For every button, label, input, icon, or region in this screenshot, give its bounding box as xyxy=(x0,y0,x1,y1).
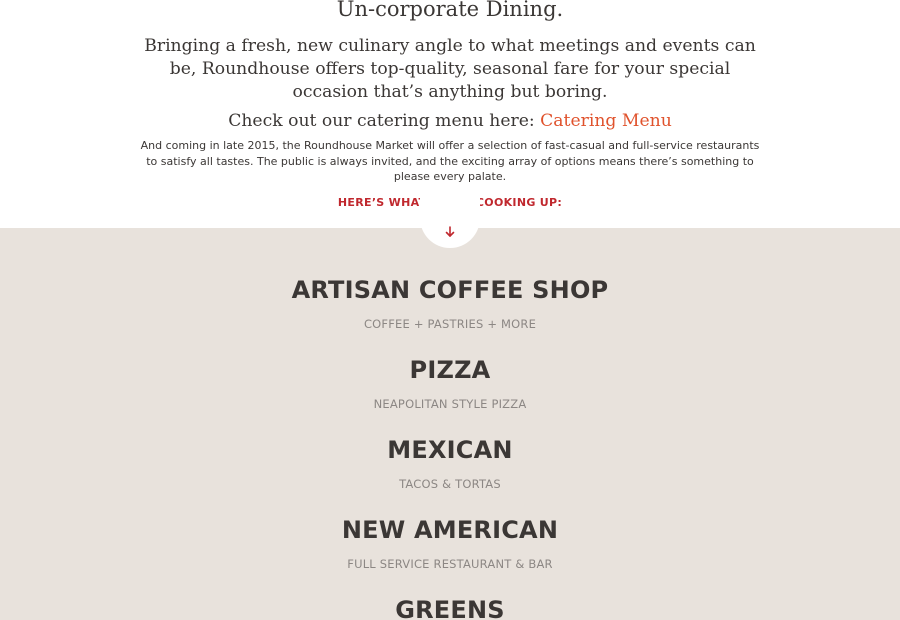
venue-subtitle: COFFEE + PASTRIES + MORE xyxy=(363,317,537,331)
venue-title: MEXICAN xyxy=(387,436,513,464)
venue-title: PIZZA xyxy=(409,356,491,384)
venue-item: NEW AMERICAN FULL SERVICE RESTAURANT & B… xyxy=(0,516,900,572)
venues-section: ARTISAN COFFEE SHOP COFFEE + PASTRIES + … xyxy=(0,196,900,620)
venue-subtitle: NEAPOLITAN STYLE PIZZA xyxy=(373,397,527,411)
arrow-down-icon xyxy=(445,226,455,237)
venue-title: GREENS xyxy=(395,596,505,620)
section-headline: Un-corporate Dining. xyxy=(336,0,564,21)
venue-item: GREENS xyxy=(0,596,900,620)
venue-subtitle: TACOS & TORTAS xyxy=(399,477,501,491)
catering-menu-link[interactable]: Catering Menu xyxy=(540,111,672,131)
venue-subtitle: FULL SERVICE RESTAURANT & BAR xyxy=(347,557,553,571)
catering-prefix: Check out our catering menu here: xyxy=(228,111,541,131)
intro-lead-paragraph: Bringing a fresh, new culinary angle to … xyxy=(144,36,756,102)
market-description: And coming in late 2015, the Roundhouse … xyxy=(140,139,760,183)
scroll-down-button[interactable] xyxy=(420,196,480,248)
venue-title: NEW AMERICAN xyxy=(341,516,559,544)
catering-line: Check out our catering menu here: Cateri… xyxy=(0,109,900,133)
venue-title: ARTISAN COFFEE SHOP xyxy=(291,276,609,304)
venue-item: PIZZA NEAPOLITAN STYLE PIZZA xyxy=(0,356,900,412)
venue-item: ARTISAN COFFEE SHOP COFFEE + PASTRIES + … xyxy=(0,276,900,332)
venue-item: MEXICAN TACOS & TORTAS xyxy=(0,436,900,492)
intro-section: Un-corporate Dining. Bringing a fresh, n… xyxy=(0,0,900,228)
page: Un-corporate Dining. Bringing a fresh, n… xyxy=(0,0,900,620)
